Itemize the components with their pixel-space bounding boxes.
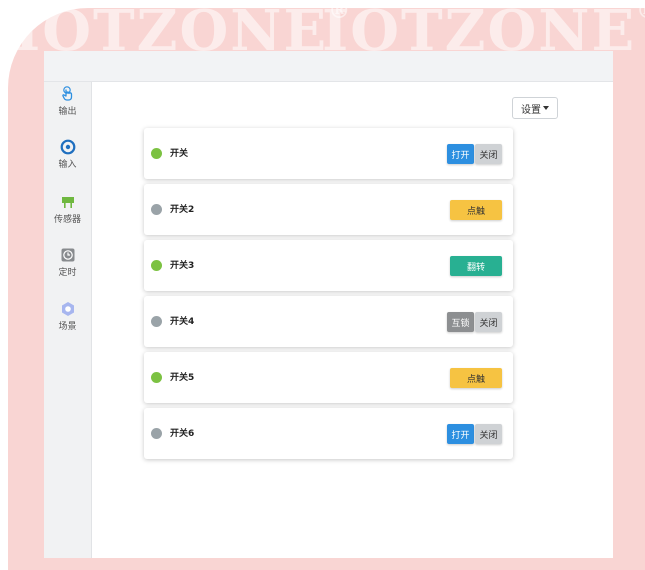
hand-pointer-icon [61, 86, 72, 101]
sidebar: 输出 输入 传感器 定时 场景 [44, 82, 92, 558]
switch-card: 开关6 打开 关闭 [144, 408, 513, 459]
switch-card: 开关 打开 关闭 [144, 128, 513, 179]
sidebar-item-sensor[interactable]: 传感器 [44, 194, 91, 225]
switch-card: 开关5 点触 [144, 352, 513, 403]
status-indicator [151, 148, 162, 159]
off-button[interactable]: 关闭 [475, 144, 502, 164]
sidebar-item-label: 输入 [58, 160, 77, 170]
switch-name: 开关4 [170, 317, 195, 327]
clock-icon [61, 248, 74, 262]
interlock-button[interactable]: 互锁 [447, 312, 474, 332]
settings-dropdown-button[interactable]: 设置 [512, 97, 558, 119]
switch-card: 开关3 翻转 [144, 240, 513, 291]
top-bar [44, 51, 613, 82]
toggle-button[interactable]: 翻转 [450, 256, 502, 276]
switch-name: 开关2 [170, 205, 195, 215]
status-indicator [151, 372, 162, 383]
hexagon-icon [61, 302, 74, 316]
sidebar-item-input[interactable]: 输入 [44, 139, 91, 170]
status-indicator [151, 204, 162, 215]
on-button[interactable]: 打开 [447, 144, 474, 164]
tap-button[interactable]: 点触 [450, 200, 502, 220]
switch-name: 开关3 [170, 261, 195, 271]
status-indicator [151, 428, 162, 439]
sidebar-item-scene[interactable]: 场景 [44, 301, 91, 332]
status-indicator [151, 260, 162, 271]
switch-card: 开关2 点触 [144, 184, 513, 235]
chevron-down-icon [543, 106, 549, 110]
gauge-icon [60, 139, 75, 155]
off-button[interactable]: 关闭 [475, 312, 502, 332]
switch-name: 开关6 [170, 429, 195, 439]
sidebar-item-label: 输出 [58, 107, 77, 117]
switch-name: 开关 [170, 149, 189, 159]
sidebar-item-output[interactable]: 输出 [44, 86, 91, 117]
tap-button[interactable]: 点触 [450, 368, 502, 388]
settings-label: 设置 [521, 104, 541, 116]
on-button[interactable]: 打开 [447, 424, 474, 444]
sidebar-item-timer[interactable]: 定时 [44, 247, 91, 278]
app-window: 输出 输入 传感器 定时 场景 设置 开关 打开 关闭 开关2 点触 开关3 翻… [44, 51, 613, 558]
switch-card: 开关4 互锁 关闭 [144, 296, 513, 347]
sidebar-item-label: 传感器 [53, 215, 81, 225]
sidebar-item-label: 场景 [58, 322, 77, 332]
status-indicator [151, 316, 162, 327]
switch-name: 开关5 [170, 373, 195, 383]
chip-sensor-icon [61, 197, 74, 208]
sidebar-item-label: 定时 [58, 268, 77, 278]
off-button[interactable]: 关闭 [475, 424, 502, 444]
